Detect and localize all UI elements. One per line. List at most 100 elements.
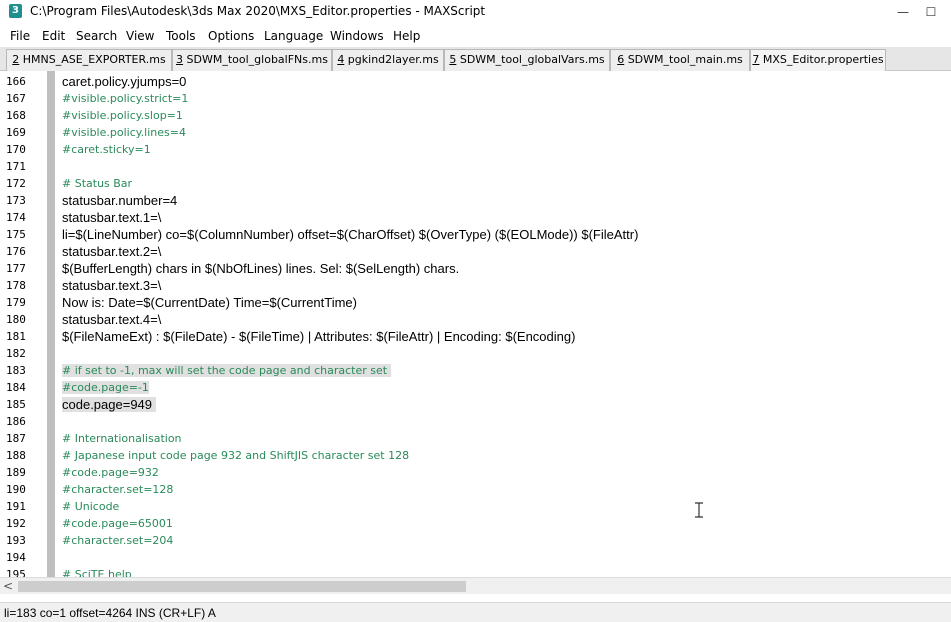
- code-line[interactable]: 186: [0, 413, 951, 430]
- code-line[interactable]: 168 #visible.policy.slop=1: [0, 107, 951, 124]
- line-number: 186: [6, 415, 26, 428]
- code-line[interactable]: 180 statusbar.text.4=\: [0, 311, 951, 328]
- code-comment: #code.page=-1: [62, 381, 149, 394]
- menu-options[interactable]: Options: [208, 29, 254, 43]
- code-line[interactable]: 175 li=$(LineNumber) co=$(ColumnNumber) o…: [0, 226, 951, 243]
- code-comment: # Status Bar: [62, 177, 133, 190]
- code-text: Now is: Date=$(CurrentDate) Time=$(Curre…: [62, 295, 357, 310]
- menu-search[interactable]: Search: [76, 29, 117, 43]
- tab-label: MXS_Editor.properties: [759, 53, 884, 66]
- code-editor[interactable]: 166 caret.policy.yjumps=0 167 #visible.poli…: [0, 71, 951, 577]
- text-cursor-icon: [695, 502, 703, 518]
- tab-label: SDWM_tool_globalFNs.ms: [183, 53, 328, 66]
- line-number: 194: [6, 551, 26, 564]
- code-line[interactable]: 179 Now is: Date=$(CurrentDate) Time=$(Cu…: [0, 294, 951, 311]
- line-number: 173: [6, 194, 26, 207]
- scrollbar-thumb[interactable]: [18, 581, 466, 592]
- line-number: 168: [6, 109, 26, 122]
- menu-language[interactable]: Language: [264, 29, 323, 43]
- code-line[interactable]: 181 $(FileNameExt) : $(FileDate) - $(File…: [0, 328, 951, 345]
- code-line[interactable]: 192 #code.page=65001: [0, 515, 951, 532]
- code-comment: #code.page=65001: [62, 517, 173, 530]
- code-line[interactable]: 169 #visible.policy.lines=4: [0, 124, 951, 141]
- line-number: 192: [6, 517, 26, 530]
- code-line[interactable]: 185 code.page=949: [0, 396, 951, 413]
- status-bar: li=183 co=1 offset=4264 INS (CR+LF) A: [0, 602, 951, 622]
- line-number: 195: [6, 568, 26, 577]
- line-number: 171: [6, 160, 26, 173]
- menu-help[interactable]: Help: [393, 29, 420, 43]
- tab-sdwm-tool-globalvars[interactable]: 5 SDWM_tool_globalVars.ms: [444, 49, 610, 71]
- code-line[interactable]: 170 #caret.sticky=1: [0, 141, 951, 158]
- code-line[interactable]: 167 #visible.policy.strict=1: [0, 90, 951, 107]
- tab-pgkind2layer[interactable]: 4 pgkind2layer.ms: [332, 49, 444, 71]
- line-number: 170: [6, 143, 26, 156]
- code-text: $(FileNameExt) : $(FileDate) - $(FileTim…: [62, 329, 576, 344]
- tab-mxs-editor-properties[interactable]: 7 MXS_Editor.properties: [750, 49, 886, 71]
- line-number: 185: [6, 398, 26, 411]
- minimize-button[interactable]: —: [888, 1, 918, 23]
- code-comment: # Internationalisation: [62, 432, 182, 445]
- code-line[interactable]: 189 #code.page=932: [0, 464, 951, 481]
- code-text: statusbar.text.1=\: [62, 210, 162, 225]
- status-text: li=183 co=1 offset=4264 INS (CR+LF) A: [4, 606, 216, 620]
- scroll-left-arrow-icon[interactable]: <: [3, 579, 13, 593]
- menu-bar: File Edit Search View Tools Options Lang…: [0, 25, 951, 47]
- line-number: 180: [6, 313, 26, 326]
- code-comment: #visible.policy.strict=1: [62, 92, 189, 105]
- tab-hmns-ase-exporter[interactable]: 2 HMNS_ASE_EXPORTER.ms: [6, 49, 172, 71]
- code-line[interactable]: 166 caret.policy.yjumps=0: [0, 73, 951, 90]
- code-line[interactable]: 177 $(BufferLength) chars in $(NbOfLines)…: [0, 260, 951, 277]
- code-text: statusbar.text.3=\: [62, 278, 162, 293]
- line-number: 167: [6, 92, 26, 105]
- code-line[interactable]: 182: [0, 345, 951, 362]
- line-number: 177: [6, 262, 26, 275]
- horizontal-scrollbar[interactable]: <: [0, 577, 951, 594]
- code-line[interactable]: 176 statusbar.text.2=\: [0, 243, 951, 260]
- tab-label: HMNS_ASE_EXPORTER.ms: [19, 53, 166, 66]
- code-text: caret.policy.yjumps=0: [62, 74, 187, 89]
- line-number: 187: [6, 432, 26, 445]
- tab-sdwm-tool-main[interactable]: 6 SDWM_tool_main.ms: [610, 49, 750, 71]
- code-line[interactable]: 184 #code.page=-1: [0, 379, 951, 396]
- code-line[interactable]: 174 statusbar.text.1=\: [0, 209, 951, 226]
- tab-sdwm-tool-globalfns[interactable]: 3 SDWM_tool_globalFNs.ms: [172, 49, 332, 71]
- maximize-button[interactable]: ☐: [916, 1, 946, 23]
- line-number: 166: [6, 75, 26, 88]
- code-comment: #character.set=128: [62, 483, 174, 496]
- code-line[interactable]: 187 # Internationalisation: [0, 430, 951, 447]
- code-comment: # Unicode: [62, 500, 120, 513]
- line-number: 191: [6, 500, 26, 513]
- code-line[interactable]: 172 # Status Bar: [0, 175, 951, 192]
- line-number: 176: [6, 245, 26, 258]
- code-line[interactable]: 188 # Japanese input code page 932 and Sh…: [0, 447, 951, 464]
- tab-label: SDWM_tool_main.ms: [624, 53, 743, 66]
- menu-file[interactable]: File: [10, 29, 30, 43]
- line-number: 182: [6, 347, 26, 360]
- menu-tools[interactable]: Tools: [166, 29, 196, 43]
- menu-windows[interactable]: Windows: [330, 29, 384, 43]
- code-line[interactable]: 171: [0, 158, 951, 175]
- code-line[interactable]: 195 # SciTE help: [0, 566, 951, 577]
- window-title: C:\Program Files\Autodesk\3ds Max 2020\M…: [30, 4, 486, 18]
- code-line[interactable]: 190 #character.set=128: [0, 481, 951, 498]
- code-line[interactable]: 193 #character.set=204: [0, 532, 951, 549]
- code-line[interactable]: 173 statusbar.number=4: [0, 192, 951, 209]
- code-text: statusbar.text.4=\: [62, 312, 162, 327]
- line-number: 189: [6, 466, 26, 479]
- menu-edit[interactable]: Edit: [42, 29, 65, 43]
- code-text: $(BufferLength) chars in $(NbOfLines) li…: [62, 261, 460, 276]
- code-line[interactable]: 178 statusbar.text.3=\: [0, 277, 951, 294]
- code-line[interactable]: 194: [0, 549, 951, 566]
- tab-label: SDWM_tool_globalVars.ms: [456, 53, 605, 66]
- code-comment: #code.page=932: [62, 466, 159, 479]
- code-line[interactable]: 183 # if set to -1, max will set the code…: [0, 362, 951, 379]
- code-text: li=$(LineNumber) co=$(ColumnNumber) offs…: [62, 227, 639, 242]
- code-text: code.page=949: [62, 397, 156, 412]
- line-number: 169: [6, 126, 26, 139]
- menu-view[interactable]: View: [126, 29, 154, 43]
- code-line[interactable]: 191 # Unicode: [0, 498, 951, 515]
- maxscript-app-icon: 3: [9, 4, 22, 18]
- code-comment: # if set to -1, max will set the code pa…: [62, 364, 391, 377]
- line-number: 193: [6, 534, 26, 547]
